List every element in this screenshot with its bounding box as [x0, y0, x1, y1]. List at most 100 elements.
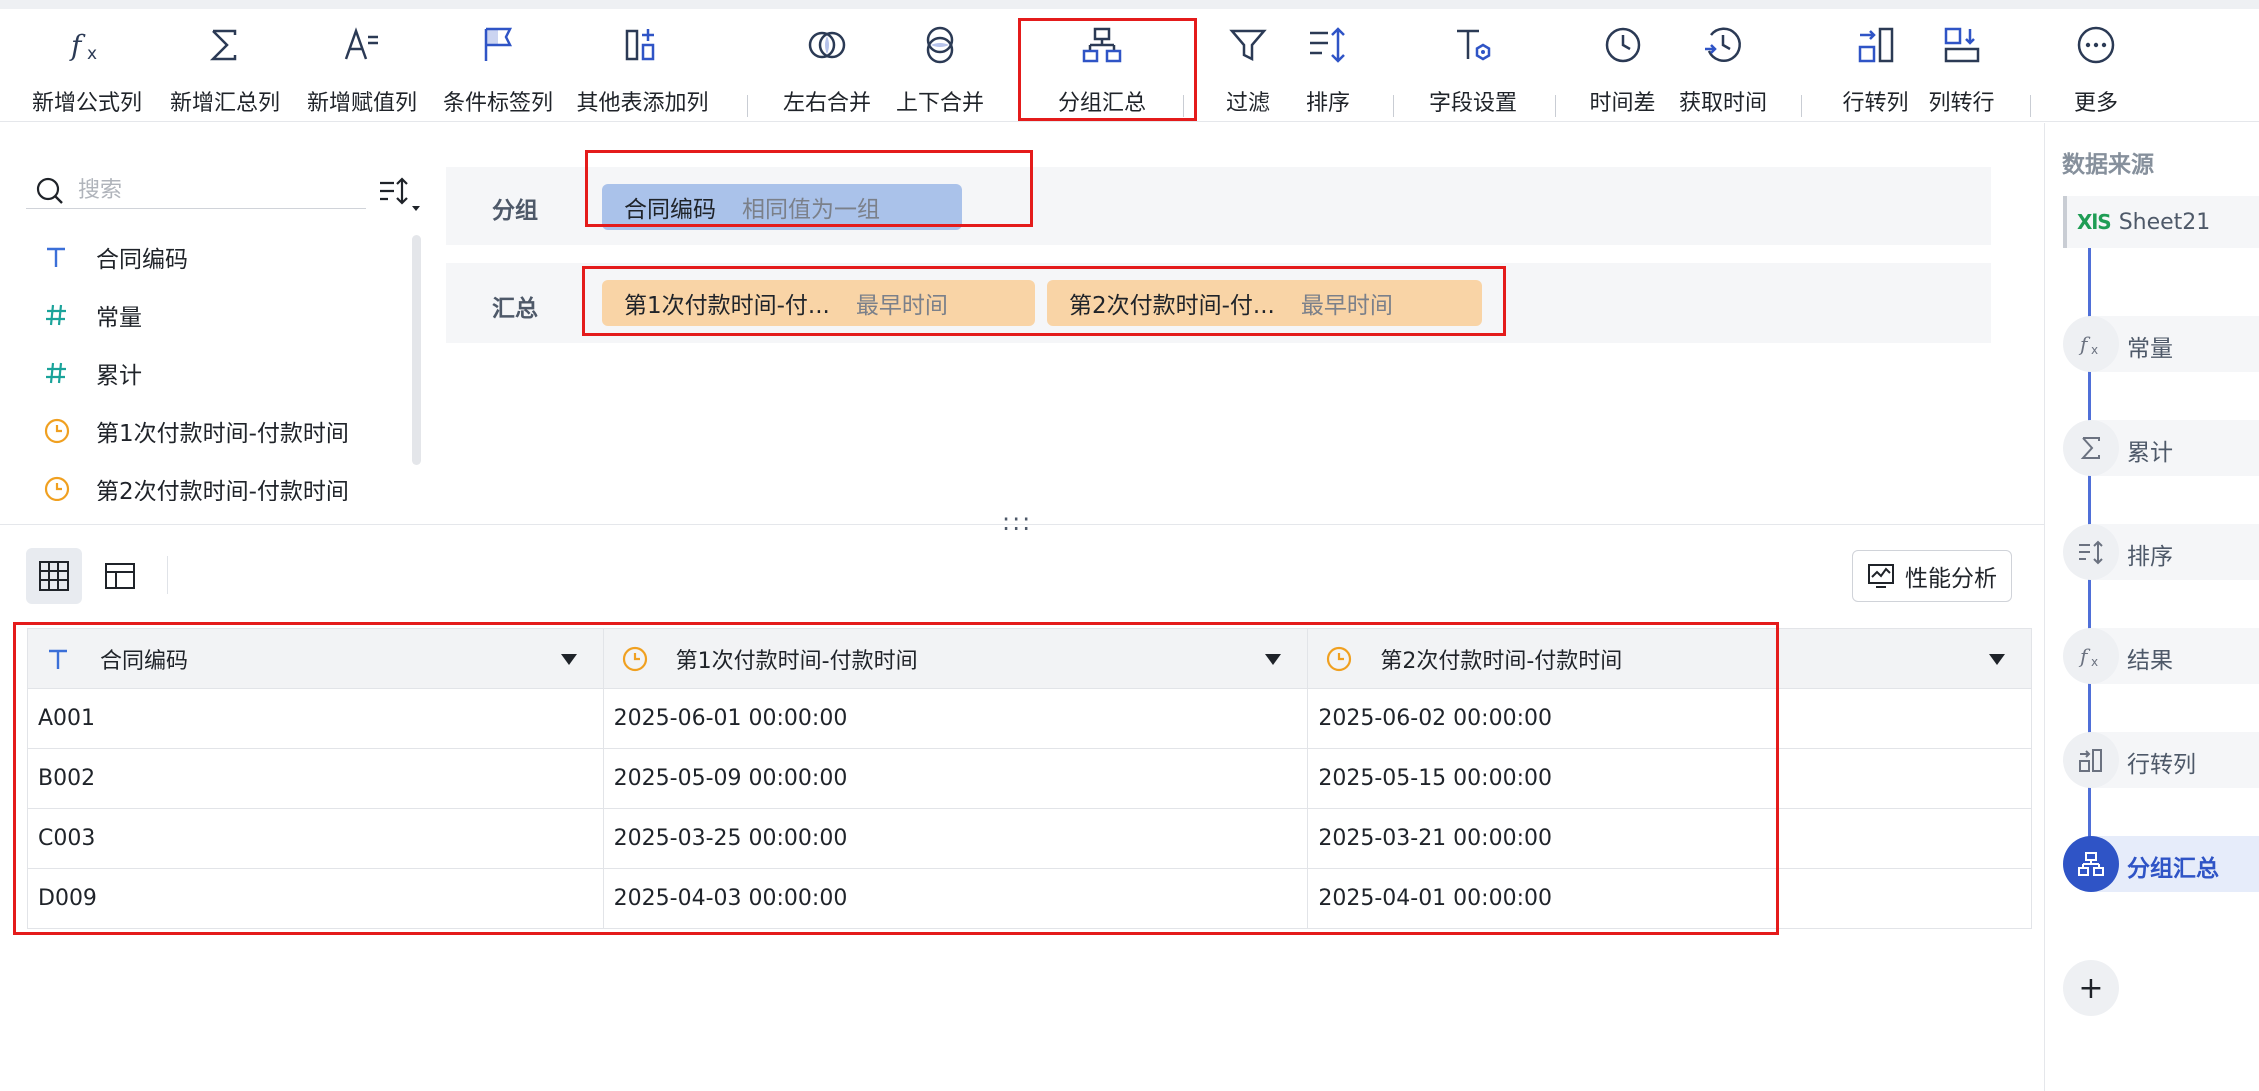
grid-view-button[interactable] [26, 548, 82, 604]
table-cell[interactable]: 2025-06-02 00:00:00 [1307, 688, 2032, 749]
field-sort-button[interactable] [376, 175, 424, 215]
svg-text:x: x [2091, 343, 2098, 357]
sort-button[interactable]: 排序 [1288, 23, 1368, 123]
add-assign-column-button[interactable]: 新增赋值列 [297, 23, 427, 123]
flow-step-cumulative[interactable]: 累计 [2063, 420, 2259, 476]
horizontal-divider [0, 524, 2044, 525]
layout-icon [105, 563, 135, 589]
flow-step-row-to-column[interactable]: 行转列 [2063, 732, 2259, 788]
group-summary-icon [1082, 27, 1122, 63]
field-item-second-payment-time[interactable]: 第2次付款时间-付款时间 [44, 469, 349, 501]
flow-step-sort[interactable]: 排序 [2063, 524, 2259, 580]
column-header-contract-code[interactable]: 合同编码 [27, 628, 604, 689]
text-type-icon [46, 644, 78, 674]
add-formula-column-button[interactable]: fx 新增公式列 [22, 23, 152, 123]
filter-button[interactable]: 过滤 [1208, 23, 1288, 123]
table-cell[interactable]: 2025-03-25 00:00:00 [602, 808, 1309, 869]
toolbar-separator [2030, 95, 2031, 117]
table-row: A001 2025-06-01 00:00:00 2025-06-02 00:0… [27, 688, 2032, 749]
table-cell[interactable]: D009 [27, 868, 604, 929]
merge-left-right-button[interactable]: 左右合并 [777, 23, 877, 123]
time-type-icon [44, 474, 78, 501]
flow-step-group-summary[interactable]: 分组汇总 [2063, 836, 2259, 892]
sort-icon [2063, 524, 2119, 580]
get-time-button[interactable]: 获取时间 [1673, 23, 1773, 123]
field-item-cumulative[interactable]: 累计 [44, 353, 142, 393]
panel-resize-handle[interactable]: ::: [1002, 508, 1032, 536]
toolbar: fx 新增公式列 新增汇总列 新增赋值列 条件标签列 其他表添加列 左右合并 上… [0, 9, 2259, 122]
group-summary-button[interactable]: 分组汇总 [1052, 23, 1152, 123]
add-summary-column-button[interactable]: 新增汇总列 [160, 23, 290, 123]
field-list-panel: 合同编码 常量 累计 第1次付款时间-付款时间 第2次付款时间-付款时间 [0, 123, 425, 503]
field-list-scrollbar[interactable] [412, 235, 421, 465]
table-cell[interactable]: 2025-05-15 00:00:00 [1307, 748, 2032, 809]
add-column-from-table-button[interactable]: 其他表添加列 [570, 23, 715, 123]
group-chip-contract-code[interactable]: 合同编码 相同值为一组 [602, 184, 962, 230]
table-row: C003 2025-03-25 00:00:00 2025-03-21 00:0… [27, 808, 2032, 869]
column-header-second-payment-time[interactable]: 第2次付款时间-付款时间 [1307, 628, 2032, 689]
table-cell[interactable]: A001 [27, 688, 604, 749]
field-list: 合同编码 常量 累计 第1次付款时间-付款时间 第2次付款时间-付款时间 [0, 233, 410, 501]
table-header-row: 合同编码 第1次付款时间-付款时间 第2次付款时间-付款时间 [27, 628, 2032, 689]
table-cell[interactable]: 2025-06-01 00:00:00 [602, 688, 1309, 749]
svg-text:x: x [87, 44, 97, 64]
more-icon [2077, 26, 2115, 64]
table-cell[interactable]: C003 [27, 808, 604, 869]
merge-top-bottom-button[interactable]: 上下合并 [890, 23, 990, 123]
toolbar-separator [1393, 95, 1394, 117]
search-box [26, 171, 366, 209]
column-menu-caret[interactable] [1265, 653, 1282, 665]
column-to-row-icon [1944, 27, 1979, 63]
flow-title: 数据来源 [2062, 152, 2154, 178]
search-icon [36, 177, 63, 204]
grid-icon [39, 561, 69, 591]
flow-source-sheet[interactable]: XlS Sheet21 [2063, 196, 2259, 248]
field-item-first-payment-time[interactable]: 第1次付款时间-付款时间 [44, 411, 349, 451]
table-cell[interactable]: B002 [27, 748, 604, 809]
text-type-icon [44, 242, 78, 272]
summary-chip-second-payment[interactable]: 第2次付款时间-付... 最早时间 [1047, 280, 1482, 326]
top-edge [0, 0, 2259, 9]
summary-chip-first-payment[interactable]: 第1次付款时间-付... 最早时间 [602, 280, 1035, 326]
more-button[interactable]: 更多 [2056, 23, 2136, 123]
table-cell[interactable]: 2025-04-01 00:00:00 [1307, 868, 2032, 929]
table-row: B002 2025-05-09 00:00:00 2025-05-15 00:0… [27, 748, 2032, 809]
merge-vertical-icon [926, 26, 954, 64]
add-step-button[interactable]: + [2063, 960, 2119, 1016]
layout-view-button[interactable] [92, 548, 148, 604]
time-type-icon [1326, 644, 1358, 674]
number-type-icon [44, 300, 78, 330]
svg-text:x: x [2091, 655, 2098, 669]
field-item-constant[interactable]: 常量 [44, 295, 142, 335]
table-cell[interactable]: 2025-05-09 00:00:00 [602, 748, 1309, 809]
svg-text:f: f [2078, 644, 2091, 668]
table-cell[interactable]: 2025-03-21 00:00:00 [1307, 808, 2032, 869]
merge-horizontal-icon [808, 31, 846, 59]
add-column-icon [625, 29, 654, 61]
time-diff-button[interactable]: 时间差 [1580, 23, 1665, 123]
fx-icon: fx [2063, 316, 2119, 372]
column-menu-caret[interactable] [560, 653, 577, 665]
performance-analysis-button[interactable]: 性能分析 [1852, 550, 2012, 602]
toolbar-separator [1555, 95, 1556, 117]
row-to-column-button[interactable]: 行转列 [1833, 23, 1918, 123]
field-item-contract-code[interactable]: 合同编码 [44, 237, 188, 277]
column-to-row-button[interactable]: 列转行 [1919, 23, 2004, 123]
time-type-icon [622, 644, 654, 674]
excel-icon: XlS [2077, 210, 2112, 234]
clock-icon [1605, 27, 1640, 63]
column-menu-caret[interactable] [1989, 653, 2005, 665]
column-header-first-payment-time[interactable]: 第1次付款时间-付款时间 [602, 628, 1309, 689]
field-settings-button[interactable]: 字段设置 [1418, 23, 1528, 123]
flow-step-constant[interactable]: fx 常量 [2063, 316, 2259, 372]
view-separator [167, 556, 168, 594]
sort-icon [1310, 27, 1345, 63]
group-label: 分组 [492, 198, 538, 224]
group-summary-icon [2063, 836, 2119, 892]
get-time-icon [1705, 27, 1741, 62]
data-table: 合同编码 第1次付款时间-付款时间 第2次付款时间-付款时间 A001 2025… [27, 628, 2032, 929]
condition-tag-column-button[interactable]: 条件标签列 [433, 23, 563, 123]
table-cell[interactable]: 2025-04-03 00:00:00 [602, 868, 1309, 929]
search-input[interactable] [78, 173, 358, 207]
flow-step-result[interactable]: fx 结果 [2063, 628, 2259, 684]
